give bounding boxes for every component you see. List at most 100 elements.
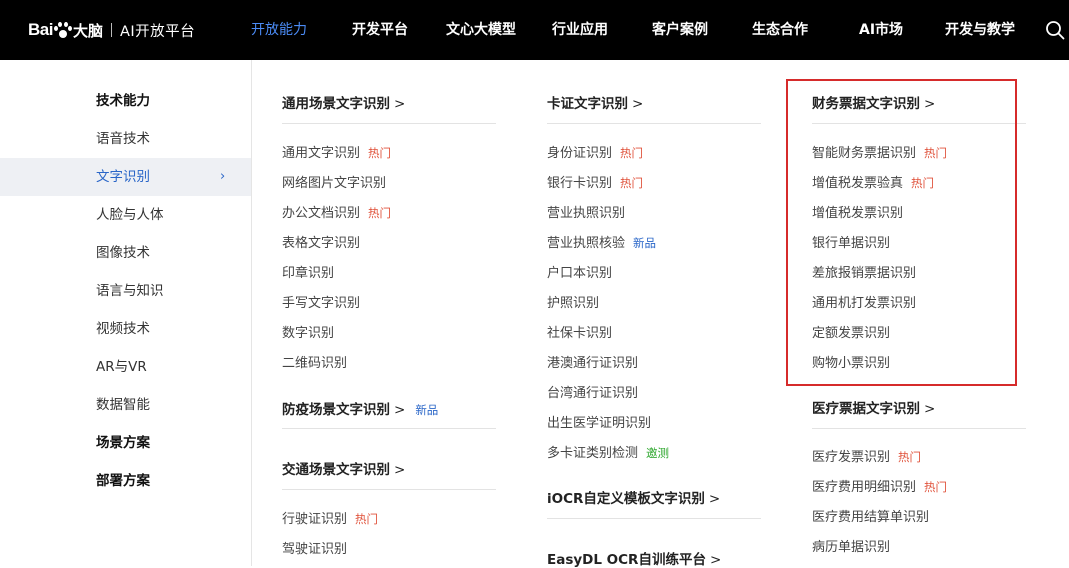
sidebar-item-video[interactable]: 视频技术 [0, 310, 251, 348]
nav-open-capabilities[interactable]: 开放能力 [251, 0, 307, 60]
section-title-epidemic-ocr[interactable]: 防疫场景文字识别 > 新品 [282, 398, 438, 418]
product-link[interactable]: 营业执照核验 新品 [547, 232, 656, 251]
product-link-label: 身份证识别 [547, 146, 613, 161]
product-link-label: 驾驶证识别 [282, 542, 348, 557]
sidebar-item-speech[interactable]: 语音技术 [0, 120, 251, 158]
nav-industry-apps[interactable]: 行业应用 [552, 0, 608, 60]
product-link[interactable]: 医疗费用明细识别 热门 [812, 476, 947, 495]
sidebar-item-language[interactable]: 语言与知识 [0, 272, 251, 310]
product-link-label: 医疗费用明细识别 [812, 480, 917, 495]
product-link-label: 营业执照识别 [547, 206, 626, 221]
section-title-label: 卡证文字识别 [547, 96, 628, 112]
product-link[interactable]: 医疗发票识别 热门 [812, 446, 921, 465]
product-link[interactable]: 多卡证类别检测 邀测 [547, 442, 669, 461]
section-title-label: 通用场景文字识别 [282, 96, 390, 112]
nav-ernie-model[interactable]: 文心大模型 [446, 0, 516, 60]
product-link-label: 表格文字识别 [282, 236, 361, 251]
sidebar-item-data-intelligence[interactable]: 数据智能 [0, 386, 251, 424]
new-badge: 新品 [415, 403, 439, 417]
sidebar-item-ocr[interactable]: 文字识别 › [0, 158, 251, 196]
product-link[interactable]: 行驶证识别 热门 [282, 508, 378, 527]
product-link-label: 出生医学证明识别 [547, 416, 652, 431]
nav-ai-market[interactable]: AI市场 [859, 0, 903, 60]
arrow-right-icon: > [632, 96, 644, 112]
sidebar-item-scene-solutions[interactable]: 场景方案 [0, 424, 251, 462]
baidu-ai-logo[interactable]: Bai 大脑 AI开放平台 [28, 16, 195, 44]
product-link[interactable]: 港澳通行证识别 [547, 352, 638, 371]
product-link[interactable]: 手写文字识别 [282, 292, 360, 311]
section-divider [282, 123, 496, 124]
product-link[interactable]: 网络图片文字识别 [282, 172, 386, 191]
top-nav-bar: Bai 大脑 AI开放平台 开放能力 开发平台 文心大模型 行业应用 客户案例 … [0, 0, 1069, 60]
product-link[interactable]: 数字识别 [282, 322, 334, 341]
product-link-label: 护照识别 [547, 296, 600, 311]
product-link-label: 户口本识别 [547, 266, 613, 281]
product-link[interactable]: 银行卡识别 热门 [547, 172, 643, 191]
product-link-label: 手写文字识别 [282, 296, 361, 311]
nav-ecosystem[interactable]: 生态合作 [752, 0, 808, 60]
arrow-right-icon: > [394, 402, 406, 418]
sidebar-item-ar-vr[interactable]: AR与VR [0, 348, 251, 386]
chevron-right-icon: › [220, 169, 226, 184]
product-link-label: 网络图片文字识别 [282, 176, 387, 191]
hot-badge: 热门 [355, 512, 379, 526]
beta-badge: 邀测 [646, 446, 670, 460]
sidebar-item-face-body[interactable]: 人脸与人体 [0, 196, 251, 234]
product-link[interactable]: 病历单据识别 [812, 536, 890, 555]
nav-dev-teaching[interactable]: 开发与教学 [945, 0, 1015, 60]
product-link[interactable]: 营业执照识别 [547, 202, 625, 221]
section-divider [282, 489, 496, 490]
section-title-traffic-ocr[interactable]: 交通场景文字识别 > [282, 458, 405, 478]
product-link[interactable]: 二维码识别 [282, 352, 347, 371]
section-divider [547, 518, 761, 519]
section-title-medical-ocr[interactable]: 医疗票据文字识别 > [812, 397, 935, 417]
product-link-label: 医疗费用结算单识别 [812, 510, 930, 525]
sidebar-item-deploy-solutions[interactable]: 部署方案 [0, 462, 251, 500]
section-title-easydl-ocr[interactable]: EasyDL OCR自训练平台 > [547, 548, 721, 568]
section-title-iocr[interactable]: iOCR自定义模板文字识别 > [547, 487, 720, 507]
product-link[interactable]: 台湾通行证识别 [547, 382, 638, 401]
product-link[interactable]: 护照识别 [547, 292, 599, 311]
hot-badge: 热门 [368, 146, 392, 160]
product-link[interactable]: 身份证识别 热门 [547, 142, 643, 161]
product-link-label: 二维码识别 [282, 356, 348, 371]
product-link-label: 办公文档识别 [282, 206, 361, 221]
product-link[interactable]: 出生医学证明识别 [547, 412, 651, 431]
section-divider [282, 428, 496, 429]
logo-subtitle: AI开放平台 [119, 23, 196, 40]
section-title-label: 医疗票据文字识别 [812, 401, 920, 417]
nav-customer-cases[interactable]: 客户案例 [652, 0, 708, 60]
logo-divider [110, 23, 112, 37]
sidebar-heading-tech: 技术能力 [96, 93, 150, 109]
section-title-general-ocr[interactable]: 通用场景文字识别 > [282, 92, 405, 112]
section-divider [547, 123, 761, 124]
category-sidebar: 技术能力 语音技术 文字识别 › 人脸与人体 图像技术 语言与知识 视频技术 A… [0, 60, 252, 566]
product-link[interactable]: 印章识别 [282, 262, 334, 281]
search-icon[interactable] [1045, 20, 1065, 40]
product-link-label: 印章识别 [282, 266, 335, 281]
product-link-label: 通用文字识别 [282, 146, 361, 161]
hot-badge: 热门 [924, 480, 948, 494]
product-link[interactable]: 驾驶证识别 [282, 538, 347, 557]
section-title-label: iOCR自定义模板文字识别 [547, 491, 705, 507]
product-link[interactable]: 通用文字识别 热门 [282, 142, 391, 161]
sidebar-item-image[interactable]: 图像技术 [0, 234, 251, 272]
product-link[interactable]: 医疗费用结算单识别 [812, 506, 929, 525]
product-link-label: 多卡证类别检测 [547, 446, 639, 461]
product-link[interactable]: 社保卡识别 [547, 322, 612, 341]
section-title-card-ocr[interactable]: 卡证文字识别 > [547, 92, 643, 112]
hot-badge: 热门 [898, 450, 922, 464]
product-link-label: 数字识别 [282, 326, 335, 341]
hot-badge: 热门 [620, 146, 644, 160]
nav-dev-platform[interactable]: 开发平台 [352, 0, 408, 60]
sidebar-item-label: 文字识别 [96, 169, 150, 185]
logo-du-text: 大脑 [72, 21, 103, 40]
product-link[interactable]: 表格文字识别 [282, 232, 360, 251]
arrow-right-icon: > [708, 491, 721, 507]
product-link-label: 社保卡识别 [547, 326, 613, 341]
product-link[interactable]: 户口本识别 [547, 262, 612, 281]
product-link-label: 医疗发票识别 [812, 450, 891, 465]
hot-badge: 热门 [368, 206, 392, 220]
product-link-label: 营业执照核验 [547, 236, 626, 251]
product-link[interactable]: 办公文档识别 热门 [282, 202, 391, 221]
